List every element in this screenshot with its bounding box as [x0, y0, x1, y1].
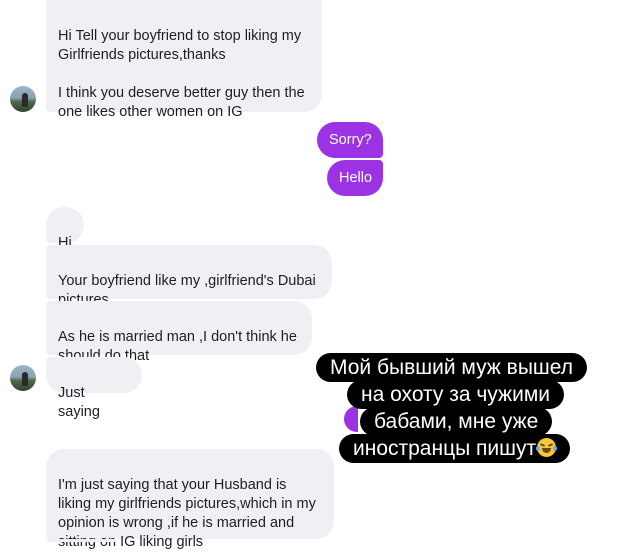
incoming-message-bubble[interactable]: Just saying — [46, 357, 142, 420]
caption-line: бабами, мне уже — [360, 407, 553, 436]
contact-avatar[interactable] — [10, 86, 36, 112]
contact-avatar[interactable] — [10, 365, 36, 391]
incoming-message-bubble[interactable]: Hi Tell your boyfriend to stop liking my… — [46, 0, 322, 120]
message-text: Hello — [339, 170, 373, 186]
outgoing-message-bubble-partial — [344, 406, 358, 432]
outgoing-message-bubble[interactable]: Hello — [327, 160, 383, 196]
face-with-tears-of-joy-icon — [536, 438, 558, 457]
message-text: Hi Tell your boyfriend to stop liking my… — [58, 28, 305, 120]
message-text: Just saying — [58, 385, 100, 420]
incoming-message-bubble[interactable]: Hi — [46, 207, 84, 251]
incoming-message-bubble[interactable]: I'm just saying that your Husband is lik… — [46, 449, 334, 550]
incoming-message-bubble[interactable]: As he is married man ,I don't think he s… — [46, 301, 312, 364]
incoming-message-bubble[interactable]: Your boyfriend like my ,girlfriend's Dub… — [46, 245, 332, 308]
caption-line: иностранцы пишут — [339, 434, 571, 463]
caption-line: Мой бывший муж вышел — [316, 353, 588, 382]
outgoing-message-bubble[interactable]: Sorry? — [317, 122, 383, 158]
caption-line: на охоту за чужими — [347, 380, 564, 409]
message-text: Sorry? — [329, 132, 372, 148]
